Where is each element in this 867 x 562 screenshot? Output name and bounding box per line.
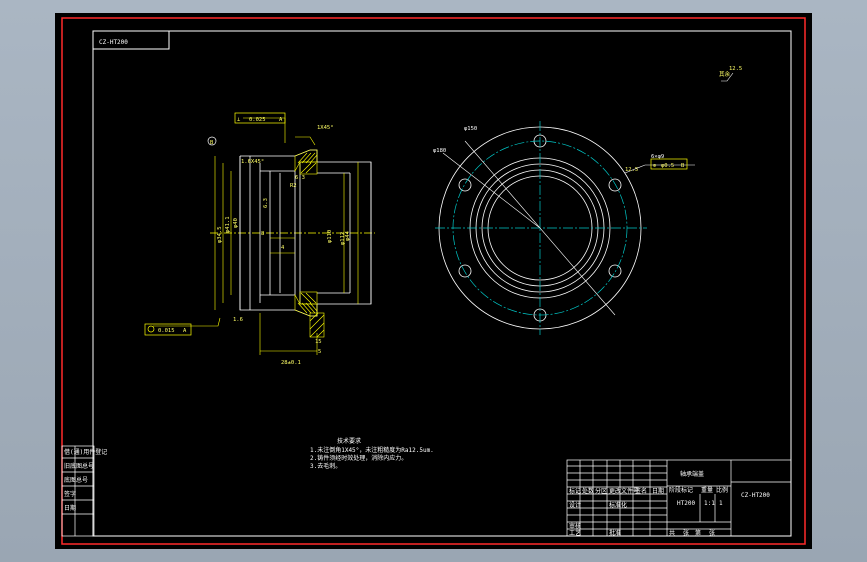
len-4: 15 [315, 339, 322, 345]
tech-item-1: 1.未注倒角1X45°，未注粗糙度为Ra12.5um. [310, 446, 434, 454]
outer-border [61, 17, 806, 545]
cad-viewport[interactable]: CZ-HT200 ⊥ 0.025 A B 1X45° 1.6X45° φ34.5… [55, 13, 812, 549]
tb-cell-2: 处数 [582, 487, 594, 495]
title-block-scale: 1:1 [704, 500, 715, 507]
tech-item-2: 2.铸件须经时效处理，消除内应力。 [310, 454, 407, 462]
tb-cell-zhang1: 张 [683, 529, 689, 537]
dia-b: φ41.1 [225, 216, 231, 233]
bolt-hole-5 [458, 264, 472, 278]
bolt-hole-6 [458, 178, 472, 192]
bolt-hole-3 [608, 264, 622, 278]
svg-text:⊥: ⊥ [237, 117, 241, 123]
radius-r: R2 [290, 183, 297, 189]
engineering-drawing: CZ-HT200 ⊥ 0.025 A B 1X45° 1.6X45° φ34.5… [61, 17, 806, 545]
bolt-circle-dim: φ150 [464, 126, 477, 132]
len-2: 4 [281, 245, 285, 251]
tb-cell-std: 标准化 [609, 501, 627, 509]
rough-3: 6.3 [295, 175, 305, 181]
tb-cell-total: 共 [669, 529, 675, 537]
stamp-row-3: 底图总号 [64, 476, 88, 484]
tb-cell-weight: 重量 [701, 486, 713, 494]
title-block-part-name: 轴承端盖 [680, 470, 704, 478]
tb-cell-audit: 审核 [569, 522, 581, 530]
tb-cell-approve: 批准 [609, 529, 621, 537]
drawing-number-box-text: CZ-HT200 [99, 39, 128, 46]
tb-cell-3: 分区 [595, 487, 607, 495]
bolt-hole-2 [608, 178, 622, 192]
dia-a: φ34.5 [217, 226, 223, 243]
top-right-roughness: 12.5 [729, 66, 742, 72]
dia-c: φ40 [233, 218, 239, 228]
tb-cell-6: 日期 [652, 487, 664, 495]
stamp-row-4: 签字 [64, 490, 76, 498]
tb-cell-ratio: 比例 [716, 486, 728, 494]
tb-cell-di: 第 [695, 529, 701, 537]
tb-cell-stage: 阶段标记 [669, 486, 693, 494]
stamp-row-1: 借(通)用件登记 [64, 448, 107, 456]
flatness-tol: 0.025 [249, 117, 266, 123]
position-tol: φ0.5 [661, 163, 674, 169]
dia-e: φ110 [327, 230, 333, 243]
runout-datum: A [183, 328, 187, 334]
runout-tol: 0.015 [158, 328, 175, 334]
position-datum: B [681, 163, 685, 169]
chamfer-top: 1X45° [317, 125, 334, 131]
rough-2: 1.6 [233, 317, 243, 323]
len-3: 28±0.1 [281, 360, 301, 366]
stamp-row-5: 日期 [64, 504, 76, 512]
svg-text:⊕: ⊕ [653, 163, 656, 169]
title-block-drawing-no: CZ-HT200 [741, 492, 770, 499]
plan-center-lines [435, 121, 647, 335]
rough-1: 6.3 [263, 198, 269, 208]
outer-dia-dim: φ180 [433, 148, 446, 154]
chamfer-left: 1.6X45° [241, 159, 264, 165]
tb-cell-craft: 工艺 [569, 529, 581, 537]
tb-cell-5: 签名 [635, 487, 647, 495]
tech-item-3: 3.去毛刺。 [310, 462, 341, 470]
tb-cell-1: 标记 [569, 487, 581, 495]
tb-cell-zhang2: 张 [709, 529, 715, 537]
title-block-material: HT200 [677, 500, 695, 507]
tech-title: 技术要求 [337, 437, 361, 445]
width-tol: 5 [318, 349, 321, 355]
plan-rough: 12.5 [625, 167, 638, 173]
len-1: 8 [261, 231, 264, 237]
title-block-sheet: 1 [719, 500, 723, 507]
tb-cell-design: 设计 [569, 501, 581, 509]
stamp-row-2: 旧底图总号 [64, 462, 94, 470]
dia-f: φ112 [340, 232, 346, 245]
